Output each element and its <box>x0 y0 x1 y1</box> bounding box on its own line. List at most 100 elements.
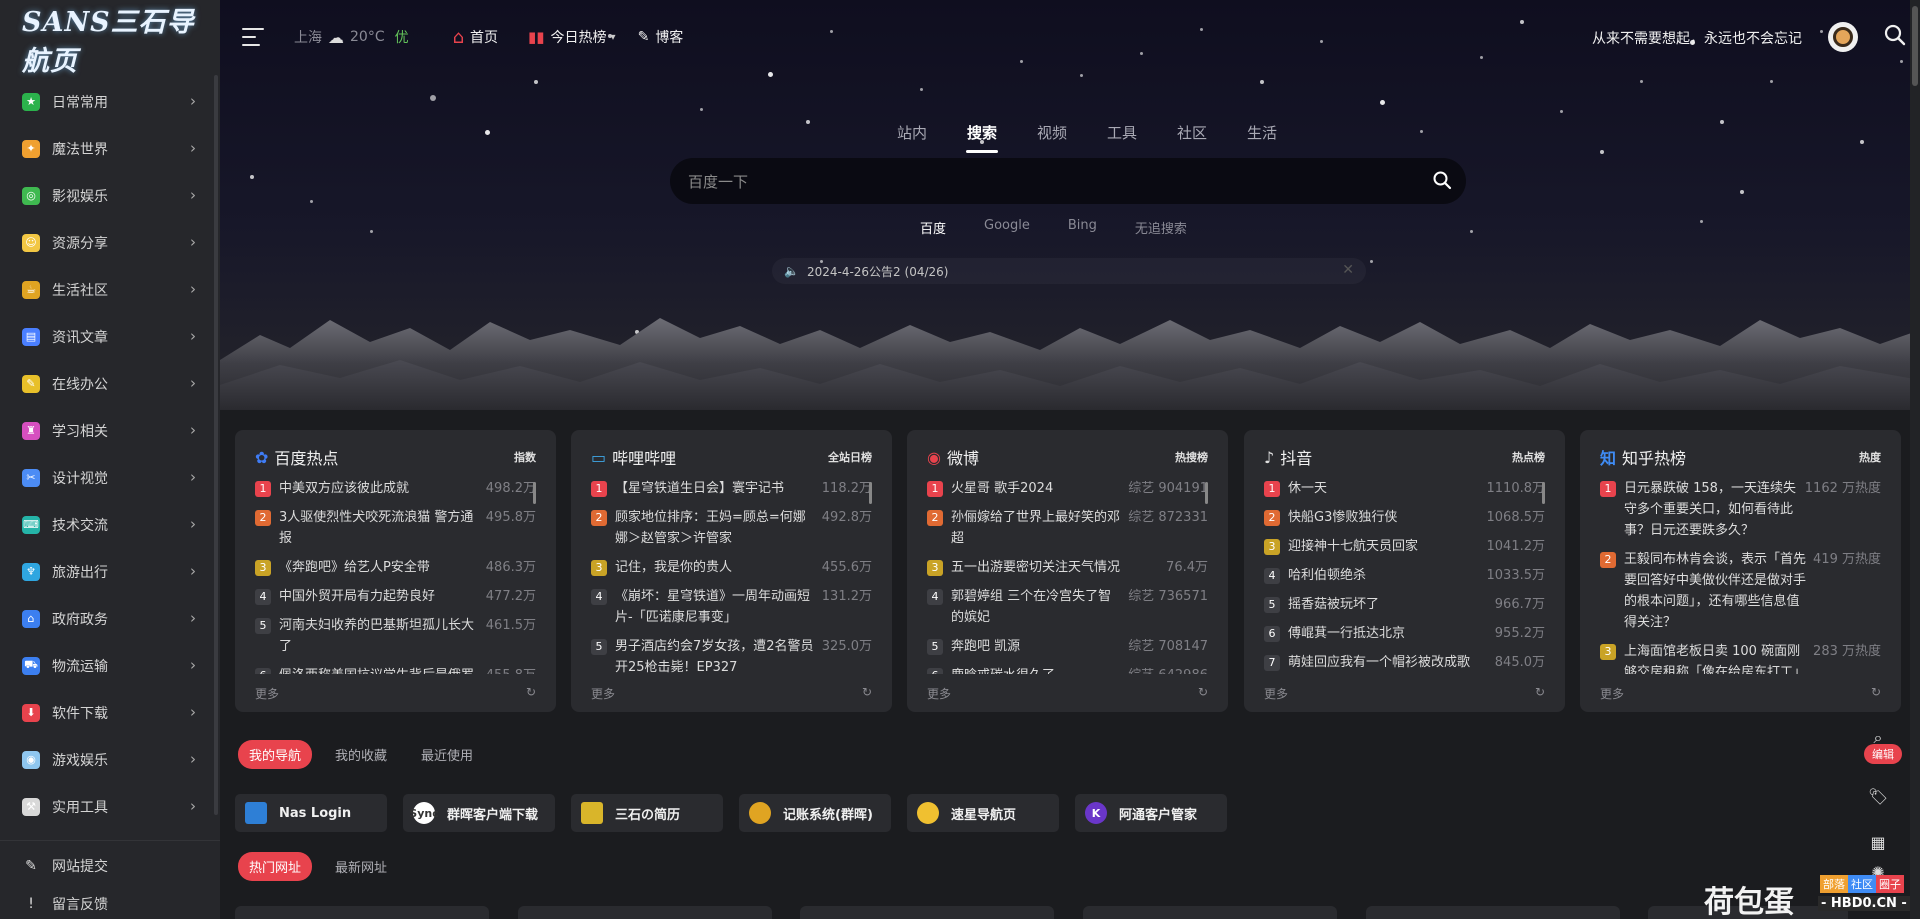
sidebar-item[interactable]: ♜ 学习相关 › <box>0 407 220 454</box>
hot-list-item[interactable]: 7 萌娃回应我有一个帽衫被改成歌 845.0万 <box>1264 652 1545 673</box>
hot-list-item[interactable]: 4 哈利伯顿绝杀 1033.5万 <box>1264 565 1545 586</box>
refresh-icon[interactable]: ↻ <box>1535 685 1545 702</box>
my-nav-tab[interactable]: 我的导航 <box>238 740 313 769</box>
hot-list-item[interactable]: 1 休一天 1110.8万 <box>1264 478 1545 499</box>
search-input[interactable]: 百度一下 <box>670 158 1466 204</box>
sidebar-item[interactable]: ⌂ 政府政务 › <box>0 595 220 642</box>
hot-list-item[interactable]: 5 河南夫妇收养的巴基斯坦孤儿长大了 461.5万 <box>255 615 536 657</box>
search-submit-icon[interactable] <box>1432 170 1452 190</box>
hot-sites-tab[interactable]: 最新网址 <box>324 852 398 881</box>
hot-list-scrollbar[interactable] <box>869 482 872 504</box>
hot-card-tag[interactable]: 热搜榜 <box>1175 449 1208 465</box>
refresh-icon[interactable]: ↻ <box>526 685 536 702</box>
close-icon[interactable]: ✕ <box>1342 262 1354 278</box>
search-engine-option[interactable]: 百度 <box>920 218 946 237</box>
more-link[interactable]: 更多 <box>1264 685 1288 702</box>
sidebar-item[interactable]: ⛟ 物流运输 › <box>0 642 220 689</box>
hot-card-tag[interactable]: 全站日榜 <box>828 449 872 465</box>
hot-list-item[interactable]: 6 佩洛西称美国抗议学生背后是俄罗斯 455.8万 <box>255 665 536 674</box>
sidebar-item[interactable]: ◎ 影视娱乐 › <box>0 172 220 219</box>
refresh-icon[interactable]: ↻ <box>1871 685 1881 702</box>
site-card[interactable] <box>518 906 772 919</box>
sidebar-item[interactable]: ✂ 设计视觉 › <box>0 454 220 501</box>
refresh-icon[interactable]: ↻ <box>862 685 872 702</box>
hot-list-item[interactable]: 1 【星穹铁道生日会】寰宇记书 118.2万 <box>591 478 872 499</box>
nav-tile[interactable]: Sync 群晖客户端下载 <box>403 794 555 832</box>
sidebar-item[interactable]: ☕ 生活社区 › <box>0 266 220 313</box>
calculator-icon[interactable]: ▦ <box>1858 822 1898 862</box>
more-link[interactable]: 更多 <box>591 685 615 702</box>
hot-list-item[interactable]: 4 中国外贸开局有力起势良好 477.2万 <box>255 586 536 607</box>
search-engine-option[interactable]: 无追搜索 <box>1135 218 1187 237</box>
my-nav-tab[interactable]: 我的收藏 <box>324 740 398 769</box>
my-nav-tab[interactable]: 最近使用 <box>410 740 484 769</box>
hot-list-scrollbar[interactable] <box>1205 482 1208 504</box>
refresh-icon[interactable]: ↻ <box>1198 685 1208 702</box>
hot-list-item[interactable]: 1 中美双方应该彼此成就 498.2万 <box>255 478 536 499</box>
hot-list-scrollbar[interactable] <box>533 482 536 504</box>
hot-list-item[interactable]: 1 火星哥 歌手2024 综艺 904191 <box>927 478 1208 499</box>
sidebar-item[interactable]: ★ 日常常用 › <box>0 78 220 125</box>
hot-list-item[interactable]: 2 王毅同布林肯会谈，表示「首先要回答好中美做伙伴还是做对手的根本问题」，还有哪些… <box>1600 549 1881 633</box>
nav-tile[interactable]: Nas Login <box>235 794 387 832</box>
hot-card-tag[interactable]: 指数 <box>514 449 536 465</box>
more-link[interactable]: 更多 <box>255 685 279 702</box>
nav-tile[interactable]: 三石の简历 <box>571 794 723 832</box>
hot-list-item[interactable]: 3 《奔跑吧》给艺人P安全带 486.3万 <box>255 557 536 578</box>
sidebar-item[interactable]: ♆ 旅游出行 › <box>0 548 220 595</box>
hot-list-item[interactable]: 5 摇香菇被玩坏了 966.7万 <box>1264 594 1545 615</box>
search-engine-option[interactable]: Google <box>984 218 1030 237</box>
search-tab[interactable]: 搜索 <box>947 122 1017 153</box>
more-link[interactable]: 更多 <box>927 685 951 702</box>
sidebar-item[interactable]: ✎ 在线办公 › <box>0 360 220 407</box>
hot-sites-tab[interactable]: 热门网址 <box>238 852 313 881</box>
nav-hot-list[interactable]: ▮▮ 今日热榜 ▾ <box>528 27 616 47</box>
hot-list-item[interactable]: 5 奔跑吧 凯源 综艺 708147 <box>927 636 1208 657</box>
hot-list-item[interactable]: 2 顾家地位排序：王妈=顾总=何娜娜＞赵管家＞许管家 492.8万 <box>591 507 872 549</box>
hot-card-tag[interactable]: 热点榜 <box>1512 449 1545 465</box>
hot-list-item[interactable]: 3 上海面馆老板日卖 100 碗面刚够交房租称「像在给房东打工」 283 万热度 <box>1600 641 1881 674</box>
sidebar-item[interactable]: ▤ 资讯文章 › <box>0 313 220 360</box>
hot-card-tag[interactable]: 热度 <box>1859 449 1881 465</box>
menu-toggle-icon[interactable] <box>242 28 264 46</box>
notice-bar[interactable]: 🔈 2024-4-26公告2 (04/26) ✕ <box>772 258 1366 284</box>
site-card[interactable] <box>235 906 489 919</box>
search-icon[interactable] <box>1884 24 1906 46</box>
sidebar-bottom-item[interactable]: ! 留言反馈 <box>0 885 220 919</box>
search-tab[interactable]: 视频 <box>1017 122 1087 143</box>
nav-blog[interactable]: ✎ 博客 <box>638 27 684 47</box>
sidebar-item[interactable]: ◉ 游戏娱乐 › <box>0 736 220 783</box>
hot-list-scrollbar[interactable] <box>1542 482 1545 504</box>
site-logo[interactable]: SANS三石导航页 <box>0 0 220 78</box>
hot-list-item[interactable]: 1 日元暴跌破 158，一天连续失守多个重要关口，如何看待此事？日元还要跌多久？ 1… <box>1600 478 1881 541</box>
sidebar-item[interactable]: ✦ 魔法世界 › <box>0 125 220 172</box>
sidebar-item[interactable]: ☺ 资源分享 › <box>0 219 220 266</box>
hot-list-item[interactable]: 2 孙俪嫁给了世界上最好笑的邓超 综艺 872331 <box>927 507 1208 549</box>
search-tab[interactable]: 社区 <box>1157 122 1227 143</box>
sidebar-item[interactable]: ⬇ 软件下载 › <box>0 689 220 736</box>
search-engine-option[interactable]: Bing <box>1068 218 1097 237</box>
sidebar-item[interactable]: ⚒ 实用工具 › <box>0 783 220 830</box>
hot-list-item[interactable]: 5 男子酒店约会7岁女孩，遭2名警员开25枪击毙！EP327 325.0万 <box>591 636 872 674</box>
nav-tile[interactable]: 记账系统(群晖) <box>739 794 891 832</box>
hot-list-item[interactable]: 6 傅崐萁一行抵达北京 955.2万 <box>1264 623 1545 644</box>
hot-list-item[interactable]: 3 记住，我是你的贵人 455.6万 <box>591 557 872 578</box>
sidebar-bottom-item[interactable]: ✎ 网站提交 <box>0 847 220 885</box>
tag-icon[interactable]: 🏷 <box>1858 776 1898 816</box>
more-link[interactable]: 更多 <box>1600 685 1624 702</box>
edit-badge[interactable]: 编辑 <box>1864 744 1902 764</box>
hot-list-item[interactable]: 6 鹿晗戒碳水很久了综艺 642986 <box>927 665 1208 674</box>
nav-tile[interactable]: 速星导航页 <box>907 794 1059 832</box>
sidebar-item[interactable]: ⌨ 技术交流 › <box>0 501 220 548</box>
nav-home[interactable]: ⌂ 首页 <box>453 27 498 48</box>
site-card[interactable] <box>1083 906 1337 919</box>
weather-widget[interactable]: 上海 ☁ 20°C 优 <box>294 27 409 47</box>
hot-list-item[interactable]: 3 五一出游要密切关注天气情况 76.4万 <box>927 557 1208 578</box>
search-tab[interactable]: 站内 <box>877 122 947 143</box>
hot-list-item[interactable]: 2 快船G3惨败独行侠 1068.5万 <box>1264 507 1545 528</box>
hot-list-item[interactable]: 4 《崩坏：星穹铁道》一周年动画短片-「匹诺康尼事变」 131.2万 <box>591 586 872 628</box>
site-card[interactable] <box>1366 906 1620 919</box>
hot-list-item[interactable]: 4 郭碧婷组 三个在冷宫失了智的嫔妃 综艺 736571 <box>927 586 1208 628</box>
search-tab[interactable]: 生活 <box>1227 122 1297 143</box>
avatar[interactable] <box>1828 22 1858 52</box>
